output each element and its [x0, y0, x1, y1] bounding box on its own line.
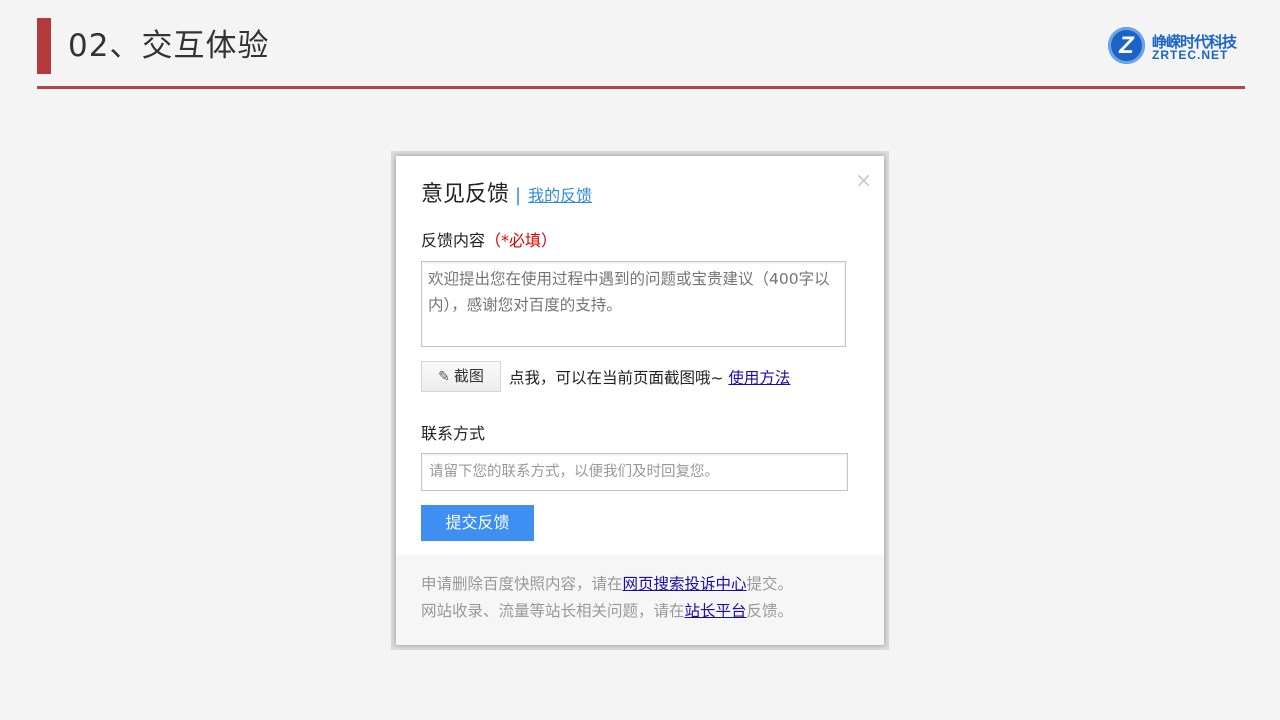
title-accent-bar — [37, 18, 51, 74]
contact-input[interactable]: 请留下您的联系方式，以便我们及时回复您。 — [421, 453, 848, 491]
logo-mark-icon: Z — [1108, 27, 1145, 64]
complaint-center-link[interactable]: 网页搜索投诉中心 — [623, 575, 747, 593]
dialog-title-row: 意见反馈 | 我的反馈 — [421, 176, 592, 208]
title-divider — [37, 86, 1245, 89]
submit-feedback-button[interactable]: 提交反馈 — [421, 505, 534, 541]
close-icon[interactable]: × — [855, 170, 872, 190]
slide-title: 02、交互体验 — [68, 28, 270, 64]
content-label: 反馈内容（*必填） — [421, 231, 558, 250]
logo-en-text: ZRTEC.NET — [1152, 48, 1229, 62]
title-separator: | — [515, 185, 522, 206]
feedback-dialog: 意见反馈| 我的反馈 × 反馈内容（*必填） ✎截图 点我，可以在当前页面截图哦… — [396, 156, 884, 645]
footer-line-2: 网站收录、流量等站长相关问题，请在站长平台反馈。 — [421, 602, 794, 620]
dialog-title: 意见反馈 — [421, 182, 510, 207]
company-logo: Z 峥嵘时代科技 ZRTEC.NET — [1108, 27, 1248, 67]
dialog-footer: 申请删除百度快照内容，请在网页搜索投诉中心提交。 网站收录、流量等站长相关问题，… — [396, 555, 884, 645]
howto-link[interactable]: 使用方法 — [728, 369, 790, 387]
required-mark: （*必填） — [485, 231, 558, 250]
screenshot-button[interactable]: ✎ 截图 — [421, 361, 501, 392]
screenshot-hint: 点我，可以在当前页面截图哦~ 使用方法 — [509, 369, 791, 387]
pencil-icon: ✎ — [438, 369, 450, 385]
footer-line-1: 申请删除百度快照内容，请在网页搜索投诉中心提交。 — [421, 575, 794, 593]
contact-label: 联系方式 — [421, 424, 486, 443]
webmaster-platform-link[interactable]: 站长平台 — [685, 602, 747, 620]
feedback-content-textarea[interactable] — [421, 261, 846, 347]
my-feedback-link[interactable]: 我的反馈 — [528, 186, 592, 205]
